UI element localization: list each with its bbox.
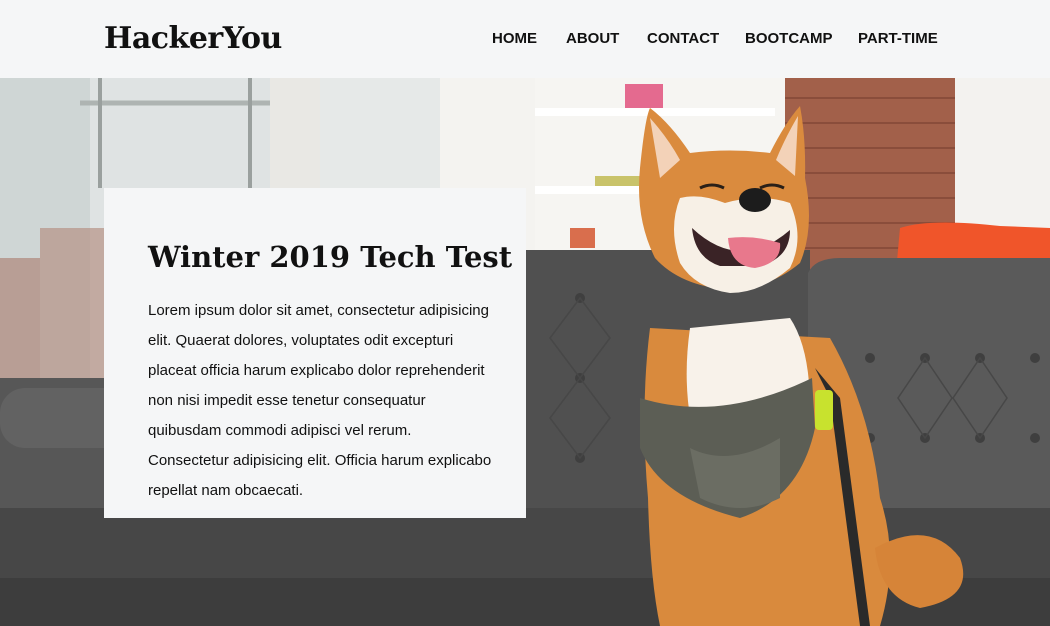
intro-card: Winter 2019 Tech Test Lorem ipsum dolor … [104,188,526,518]
card-body-text: Lorem ipsum dolor sit amet, consectetur … [148,302,492,499]
nav-link-home[interactable]: HOME [492,30,537,47]
nav-link-about[interactable]: ABOUT [566,30,619,47]
card-title: Winter 2019 Tech Test [148,240,513,274]
hero-section: Winter 2019 Tech Test Lorem ipsum dolor … [0,78,1050,626]
site-header: HackerYou HOME ABOUT CONTACT BOOTCAMP PA… [0,0,1050,78]
main-nav: HOME ABOUT CONTACT BOOTCAMP PART-TIME [0,30,1050,50]
nav-link-bootcamp[interactable]: BOOTCAMP [745,30,833,47]
nav-link-contact[interactable]: CONTACT [647,30,719,47]
nav-link-part-time[interactable]: PART-TIME [858,30,938,47]
